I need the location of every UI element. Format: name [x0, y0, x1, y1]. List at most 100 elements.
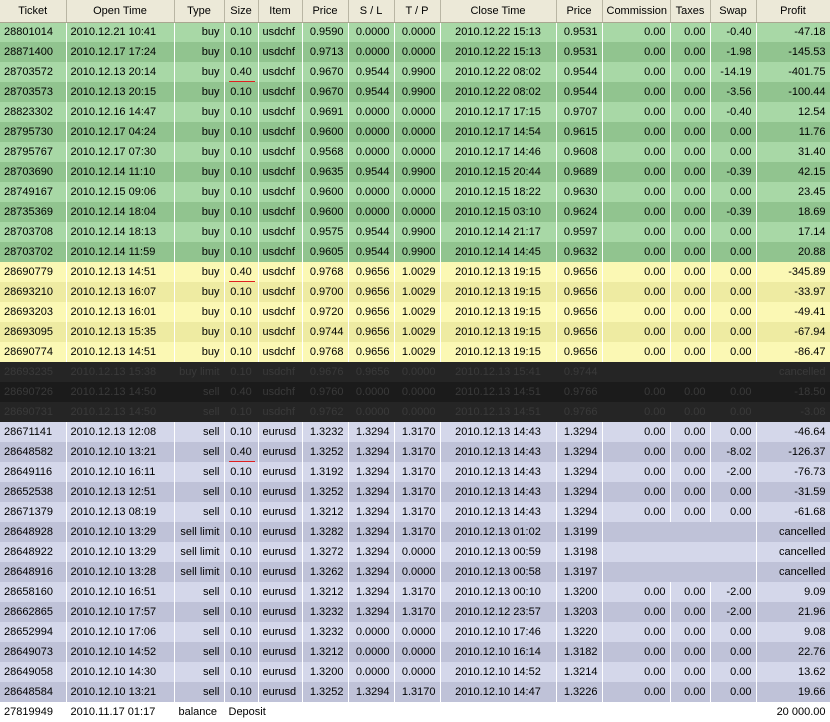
column-header-swap[interactable]: Swap: [710, 0, 757, 23]
table-row[interactable]: 28648584 2010.12.10 13:21 sell 0.10 eurusd 1.…: [0, 682, 830, 702]
cell-item: usdchf: [258, 102, 303, 122]
cell-taxes: 0.00: [670, 402, 711, 422]
table-row[interactable]: 28658160 2010.12.10 16:51 sell 0.10 eurusd 1.…: [0, 582, 830, 602]
column-header-stop-loss[interactable]: S / L: [348, 0, 395, 23]
cell-stop-loss: 1.3294: [348, 542, 395, 562]
column-header-commission[interactable]: Commission: [602, 0, 671, 23]
column-header-ticket[interactable]: Ticket: [0, 0, 67, 23]
column-header-taxes[interactable]: Taxes: [670, 0, 711, 23]
table-row[interactable]: 28703690 2010.12.14 11:10 buy 0.10 usdchf 0.9…: [0, 162, 830, 182]
table-row[interactable]: 28652538 2010.12.13 12:51 sell 0.10 eurusd 1.…: [0, 482, 830, 502]
table-row[interactable]: 28671379 2010.12.13 08:19 sell 0.10 eurusd 1.…: [0, 502, 830, 522]
cell-close-time: 2010.12.15 03:10: [440, 202, 557, 222]
cell-item: eurusd: [258, 422, 303, 442]
cell-take-profit: 0.0000: [394, 22, 441, 42]
balance-row[interactable]: 27819949 2010.11.17 01:17 balance Deposi…: [0, 702, 830, 722]
cell-open-price: 1.3262: [302, 562, 349, 582]
column-header-take-profit[interactable]: T / P: [394, 0, 441, 23]
cell-item: eurusd: [258, 562, 303, 582]
table-row[interactable]: 28649116 2010.12.10 16:11 sell 0.10 eurusd 1.…: [0, 462, 830, 482]
cell-swap: 0.00: [710, 622, 757, 642]
table-row[interactable]: 28690726 2010.12.13 14:50 sell 0.40 usdchf 0.…: [0, 382, 830, 402]
table-row[interactable]: 28648922 2010.12.10 13:29 sell limit 0.10 eu…: [0, 542, 830, 562]
table-row[interactable]: 28795767 2010.12.17 07:30 buy 0.10 usdchf 0.9…: [0, 142, 830, 162]
table-row[interactable]: 28649058 2010.12.10 14:30 sell 0.10 eurusd 1.…: [0, 662, 830, 682]
column-header-close-time[interactable]: Close Time: [440, 0, 557, 23]
cell-size: 0.40: [224, 382, 259, 402]
table-row[interactable]: 28648582 2010.12.10 13:21 sell 0.40 eurusd 1.…: [0, 442, 830, 462]
column-header-open-price[interactable]: Price: [302, 0, 349, 23]
cell-close-time: 2010.12.13 14:43: [440, 462, 557, 482]
cell-open-time: 2010.12.13 12:08: [66, 422, 175, 442]
cell-close-price: 1.3203: [556, 602, 603, 622]
table-row[interactable]: 28871400 2010.12.17 17:24 buy 0.10 usdchf 0.9…: [0, 42, 830, 62]
table-row[interactable]: 28648928 2010.12.10 13:29 sell limit 0.10 eu…: [0, 522, 830, 542]
cell-stop-loss: 1.3294: [348, 682, 395, 702]
column-header-open-time[interactable]: Open Time: [66, 0, 175, 23]
cell-size: 0.10: [224, 42, 259, 62]
cell-ticket: 28703572: [0, 62, 67, 82]
cell-commission: 0.00: [602, 622, 671, 642]
cell-commission: 0.00: [602, 382, 671, 402]
table-row[interactable]: 28749167 2010.12.15 09:06 buy 0.10 usdchf 0.9…: [0, 182, 830, 202]
column-header-close-price[interactable]: Price: [556, 0, 603, 23]
table-row[interactable]: 28703702 2010.12.14 11:59 buy 0.10 usdchf 0.9…: [0, 242, 830, 262]
cell-stop-loss: 0.9544: [348, 222, 395, 242]
cell-item: usdchf: [258, 182, 303, 202]
cell-commission: 0.00: [602, 102, 671, 122]
table-row[interactable]: 28652994 2010.12.10 17:06 sell 0.10 eurusd 1.…: [0, 622, 830, 642]
cell-open-time: 2010.12.10 14:30: [66, 662, 175, 682]
cell-close-time: 2010.12.17 17:15: [440, 102, 557, 122]
cell-commission: 0.00: [602, 402, 671, 422]
cell-take-profit: 0.9900: [394, 82, 441, 102]
table-row[interactable]: 28690779 2010.12.13 14:51 buy 0.40 usdchf 0.9…: [0, 262, 830, 282]
cell-close-price: 0.9766: [556, 382, 603, 402]
cell-profit: 9.09: [756, 582, 830, 602]
cell-type: buy: [174, 262, 225, 282]
cell-close-time: 2010.12.10 14:52: [440, 662, 557, 682]
table-row[interactable]: 28671141 2010.12.13 12:08 sell 0.10 eurusd 1.…: [0, 422, 830, 442]
column-header-size[interactable]: Size: [224, 0, 259, 23]
cell-swap: -2.00: [710, 602, 757, 622]
cell-take-profit: 0.0000: [394, 142, 441, 162]
table-row[interactable]: 28690731 2010.12.13 14:50 sell 0.10 usdchf 0.…: [0, 402, 830, 422]
cell-type: sell: [174, 402, 225, 422]
table-row[interactable]: 28662865 2010.12.10 17:57 sell 0.10 eurusd 1.…: [0, 602, 830, 622]
table-row[interactable]: 28801014 2010.12.21 10:41 buy 0.10 usdchf 0.9…: [0, 22, 830, 42]
cell-profit: -3.08: [756, 402, 830, 422]
cell-stop-loss: 1.3294: [348, 502, 395, 522]
cell-open-price: 1.3232: [302, 602, 349, 622]
column-header-profit[interactable]: Profit: [756, 0, 830, 23]
cell-open-time: 2010.12.10 16:11: [66, 462, 175, 482]
cell-item: eurusd: [258, 602, 303, 622]
column-header-item[interactable]: Item: [258, 0, 303, 23]
cell-type: sell limit: [174, 542, 225, 562]
table-row[interactable]: 28823302 2010.12.16 14:47 buy 0.10 usdchf 0.9…: [0, 102, 830, 122]
table-row[interactable]: 28693095 2010.12.13 15:35 buy 0.10 usdchf 0.9…: [0, 322, 830, 342]
cell-stop-loss: 0.0000: [348, 182, 395, 202]
table-row[interactable]: 28703708 2010.12.14 18:13 buy 0.10 usdchf 0.9…: [0, 222, 830, 242]
table-row[interactable]: 28795730 2010.12.17 04:24 buy 0.10 usdchf 0.9…: [0, 122, 830, 142]
table-row[interactable]: 28649073 2010.12.10 14:52 sell 0.10 eurusd 1.…: [0, 642, 830, 662]
table-row[interactable]: 28703573 2010.12.13 20:15 buy 0.10 usdchf 0.9…: [0, 82, 830, 102]
table-row[interactable]: 28693210 2010.12.13 16:07 buy 0.10 usdchf 0.9…: [0, 282, 830, 302]
table-row[interactable]: 28648916 2010.12.10 13:28 sell limit 0.10 eu…: [0, 562, 830, 582]
cell-open-price: 0.9600: [302, 182, 349, 202]
table-row[interactable]: 28690774 2010.12.13 14:51 buy 0.10 usdchf 0.9…: [0, 342, 830, 362]
table-row[interactable]: 28693203 2010.12.13 16:01 buy 0.10 usdchf 0.9…: [0, 302, 830, 322]
cell-profit: 21.96: [756, 602, 830, 622]
cell-close-price: 0.9531: [556, 22, 603, 42]
cell-open-time: 2010.12.10 17:57: [66, 602, 175, 622]
cell-close-price: 1.3182: [556, 642, 603, 662]
cell-open-time: 2010.12.13 14:50: [66, 382, 175, 402]
table-row[interactable]: 28703572 2010.12.13 20:14 buy 0.40 usdchf 0.9…: [0, 62, 830, 82]
cell-ticket: 28703702: [0, 242, 67, 262]
cell-close-price: 1.3294: [556, 422, 603, 442]
column-header-type[interactable]: Type: [174, 0, 225, 23]
cell-taxes: 0.00: [670, 662, 711, 682]
cell-close-time: 2010.12.10 16:14: [440, 642, 557, 662]
cell-commission: 0.00: [602, 582, 671, 602]
cell-item: usdchf: [258, 342, 303, 362]
table-row[interactable]: 28693235 2010.12.13 15:38 buy limit 0.10 usd…: [0, 362, 830, 382]
table-row[interactable]: 28735369 2010.12.14 18:04 buy 0.10 usdchf 0.9…: [0, 202, 830, 222]
